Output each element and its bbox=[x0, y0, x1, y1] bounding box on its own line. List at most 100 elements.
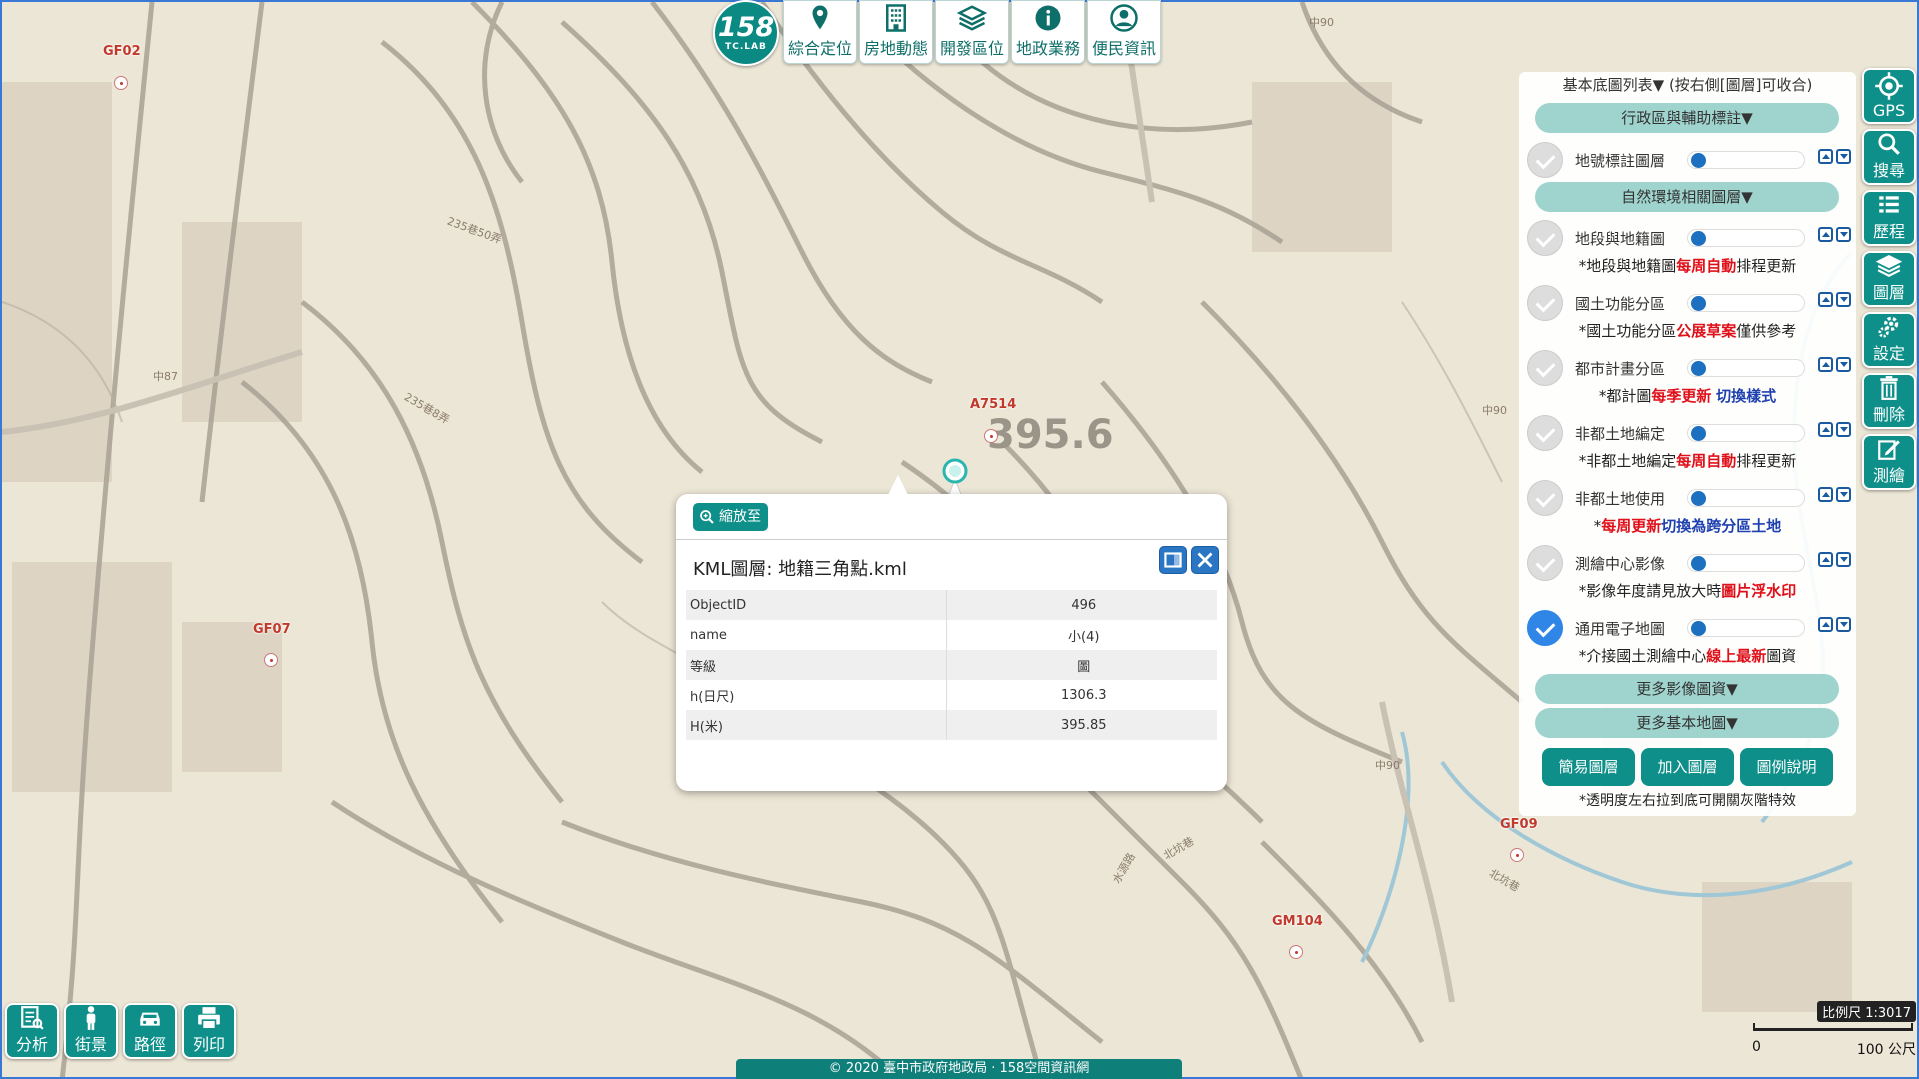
gps-button[interactable]: GPS bbox=[1862, 68, 1916, 124]
opacity-slider[interactable] bbox=[1687, 424, 1805, 442]
more-imagery-toggle[interactable]: 更多影像圖資▼ bbox=[1535, 674, 1839, 704]
control-point-label: GM104 bbox=[1272, 914, 1323, 929]
popup-divider bbox=[676, 539, 1227, 540]
layer-checkbox[interactable] bbox=[1527, 545, 1563, 581]
layer-checkbox[interactable] bbox=[1527, 415, 1563, 451]
move-down-icon[interactable] bbox=[1836, 487, 1851, 502]
measure-button[interactable]: 測繪 bbox=[1862, 434, 1916, 490]
layers-icon bbox=[1875, 255, 1903, 277]
attr-key: name bbox=[690, 627, 727, 643]
slider-knob[interactable] bbox=[1691, 296, 1706, 311]
popup-maximize-button[interactable] bbox=[1159, 546, 1187, 574]
opacity-slider[interactable] bbox=[1687, 229, 1805, 247]
bottom-toolbar: 分析 街景 路徑 列印 bbox=[5, 1003, 241, 1059]
menu-integrated-positioning[interactable]: 綜合定位 bbox=[783, 0, 857, 64]
switch-style-link[interactable]: 切換樣式 bbox=[1716, 387, 1776, 405]
group-nature-toggle[interactable]: 自然環境相關圖層▼ bbox=[1535, 182, 1839, 212]
control-point-marker[interactable] bbox=[264, 653, 278, 667]
menu-land-admin[interactable]: 地政業務 bbox=[1011, 0, 1085, 64]
layers-button[interactable]: 圖層 bbox=[1862, 251, 1916, 307]
menu-public-info[interactable]: 便民資訊 bbox=[1087, 0, 1161, 64]
maximize-icon bbox=[1164, 552, 1182, 568]
opacity-slider[interactable] bbox=[1687, 151, 1805, 169]
slider-knob[interactable] bbox=[1691, 621, 1706, 636]
opacity-slider[interactable] bbox=[1687, 554, 1805, 572]
control-point-marker[interactable] bbox=[1289, 945, 1303, 959]
layer-checkbox[interactable] bbox=[1527, 285, 1563, 321]
streetview-button[interactable]: 街景 bbox=[64, 1003, 118, 1059]
app-logo[interactable]: 158 TC.LAB bbox=[713, 0, 779, 66]
move-up-icon[interactable] bbox=[1818, 149, 1833, 164]
layer-checkbox[interactable] bbox=[1527, 220, 1563, 256]
layer-row: 非都土地使用 bbox=[1527, 478, 1852, 516]
analysis-button[interactable]: 分析 bbox=[5, 1003, 59, 1059]
layer-panel: 基本底圖列表▼ (按右側[圖層]可收合) 行政區與輔助標註▼ 地號標註圖層 自然… bbox=[1519, 72, 1856, 816]
move-up-icon[interactable] bbox=[1818, 487, 1833, 502]
move-up-icon[interactable] bbox=[1818, 292, 1833, 307]
move-down-icon[interactable] bbox=[1836, 422, 1851, 437]
move-up-icon[interactable] bbox=[1818, 357, 1833, 372]
settings-button[interactable]: 設定 bbox=[1862, 312, 1916, 368]
move-down-icon[interactable] bbox=[1836, 227, 1851, 242]
scale-ratio: 比例尺 1:3017 bbox=[1817, 1001, 1916, 1022]
slider-knob[interactable] bbox=[1691, 153, 1706, 168]
layer-checkbox[interactable] bbox=[1527, 142, 1563, 178]
trash-icon bbox=[1880, 376, 1898, 400]
history-list-icon bbox=[1879, 196, 1899, 213]
slider-knob[interactable] bbox=[1691, 556, 1706, 571]
menu-real-estate[interactable]: 房地動態 bbox=[859, 0, 933, 64]
slider-knob[interactable] bbox=[1691, 491, 1706, 506]
move-down-icon[interactable] bbox=[1836, 552, 1851, 567]
opacity-slider[interactable] bbox=[1687, 489, 1805, 507]
layer-checkbox[interactable] bbox=[1527, 480, 1563, 516]
move-up-icon[interactable] bbox=[1818, 227, 1833, 242]
move-up-icon[interactable] bbox=[1818, 617, 1833, 632]
layer-checkbox[interactable] bbox=[1527, 350, 1563, 386]
search-button[interactable]: 搜尋 bbox=[1862, 129, 1916, 185]
slider-knob[interactable] bbox=[1691, 231, 1706, 246]
control-point-marker[interactable] bbox=[1510, 848, 1524, 862]
simple-layers-button[interactable]: 簡易圖層 bbox=[1542, 748, 1635, 786]
slider-knob[interactable] bbox=[1691, 426, 1706, 441]
legend-button[interactable]: 圖例說明 bbox=[1740, 748, 1833, 786]
attr-key: ObjectID bbox=[686, 590, 946, 620]
group-admin-toggle[interactable]: 行政區與輔助標註▼ bbox=[1535, 103, 1839, 133]
close-icon bbox=[1197, 552, 1213, 568]
add-layer-button[interactable]: 加入圖層 bbox=[1641, 748, 1734, 786]
road-label: 中90 bbox=[1482, 404, 1507, 417]
more-basemaps-toggle[interactable]: 更多基本地圖▼ bbox=[1535, 708, 1839, 738]
attr-key: 等級 bbox=[686, 650, 946, 680]
delete-button[interactable]: 刪除 bbox=[1862, 373, 1916, 429]
popup-close-button[interactable] bbox=[1191, 546, 1219, 574]
tool-label: 街景 bbox=[74, 1035, 107, 1054]
logo-number: 158 bbox=[717, 12, 775, 43]
layer-name: 地段與地籍圖 bbox=[1575, 230, 1666, 248]
move-down-icon[interactable] bbox=[1836, 292, 1851, 307]
switch-cross-zone-link[interactable]: 切換為跨分區土地 bbox=[1661, 517, 1781, 535]
zoom-to-button[interactable]: 縮放至 bbox=[693, 503, 768, 531]
table-row: h(日尺) 1306.3 bbox=[686, 680, 1217, 710]
layer-panel-header: 基本底圖列表▼ (按右側[圖層]可收合) bbox=[1562, 76, 1813, 94]
slider-knob[interactable] bbox=[1691, 361, 1706, 376]
history-button[interactable]: 歷程 bbox=[1862, 190, 1916, 246]
opacity-slider[interactable] bbox=[1687, 294, 1805, 312]
move-down-icon[interactable] bbox=[1836, 617, 1851, 632]
control-point-marker[interactable] bbox=[984, 429, 998, 443]
menu-label: 開發區位 bbox=[939, 39, 1004, 58]
top-menu-bar: 158 TC.LAB 綜合定位 房地動態 開發區位 地政業務 便民資訊 bbox=[713, 0, 1161, 66]
print-button[interactable]: 列印 bbox=[182, 1003, 236, 1059]
road-label: 中90 bbox=[1375, 759, 1400, 772]
opacity-slider[interactable] bbox=[1687, 359, 1805, 377]
opacity-slider[interactable] bbox=[1687, 619, 1805, 637]
move-down-icon[interactable] bbox=[1836, 357, 1851, 372]
menu-development-zone[interactable]: 開發區位 bbox=[935, 0, 1009, 64]
move-up-icon[interactable] bbox=[1818, 422, 1833, 437]
attr-value: 1306.3 bbox=[945, 680, 1217, 710]
layer-checkbox[interactable] bbox=[1527, 610, 1563, 646]
move-up-icon[interactable] bbox=[1818, 552, 1833, 567]
route-button[interactable]: 路徑 bbox=[123, 1003, 177, 1059]
layer-row: 地段與地籍圖 bbox=[1527, 218, 1852, 256]
control-point-marker[interactable] bbox=[114, 76, 128, 90]
move-down-icon[interactable] bbox=[1836, 149, 1851, 164]
layer-row: 都市計畫分區 bbox=[1527, 348, 1852, 386]
